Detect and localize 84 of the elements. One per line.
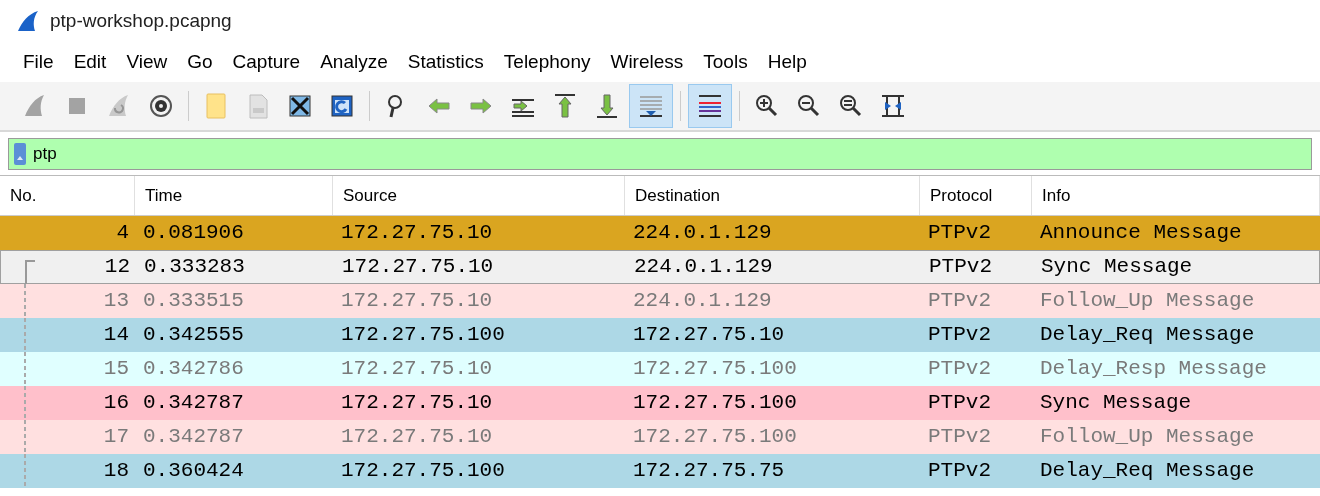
column-header[interactable]: Info xyxy=(1042,182,1071,209)
table-cell-text: 13 xyxy=(103,288,129,315)
table-cell-text: 4 xyxy=(116,220,129,247)
table-cell: Delay_Resp Message xyxy=(1040,357,1267,381)
table-cell: PTPv2 xyxy=(928,459,991,483)
table-cell-text: 16 xyxy=(103,390,129,417)
table-cell: Delay_Req Message xyxy=(1040,323,1255,347)
shark-fin-icon xyxy=(16,10,40,32)
table-cell: 172.27.75.100 xyxy=(633,425,797,449)
menu-item[interactable]: Help xyxy=(757,46,817,78)
table-cell: Follow_Up Message xyxy=(1040,289,1255,313)
packet-row[interactable]: 12 0.333283 172.27.75.10 224.0.1.129 PTPv2 Sync Message xyxy=(0,250,1320,284)
table-cell: 0.342787 xyxy=(143,391,244,415)
colored-lines-icon xyxy=(696,92,724,120)
table-cell: PTPv2 xyxy=(928,357,991,381)
display-filter-field[interactable]: ptp xyxy=(8,138,1312,170)
column-header[interactable]: No. xyxy=(10,182,37,209)
menu-item[interactable]: Tools xyxy=(693,46,758,78)
table-cell: 172.27.75.10 xyxy=(633,323,785,347)
table-cell: 172.27.75.10 xyxy=(341,221,493,245)
table-cell: 224.0.1.129 xyxy=(634,255,773,279)
table-cell: PTPv2 xyxy=(928,391,991,415)
table-cell: 172.27.75.10 xyxy=(341,391,493,415)
menu-item[interactable]: Telephony xyxy=(493,46,601,78)
table-cell: 224.0.1.129 xyxy=(633,289,772,313)
table-cell-text: 12 xyxy=(104,254,130,281)
colored-lines-button[interactable] xyxy=(688,84,732,128)
table-cell: Sync Message xyxy=(1041,255,1193,279)
column-header[interactable]: Protocol xyxy=(930,182,993,209)
packet-row[interactable]: 13 0.333515 172.27.75.10 224.0.1.129 PTPv2 Follow_Up Message xyxy=(0,284,1320,318)
table-cell: Sync Message xyxy=(1040,391,1192,415)
table-cell: Announce Message xyxy=(1040,221,1242,245)
table-cell: 0.333283 xyxy=(144,255,245,279)
table-cell: Delay_Req Message xyxy=(1040,459,1255,483)
table-cell: Follow_Up Message xyxy=(1040,425,1255,449)
table-cell: 172.27.75.10 xyxy=(341,425,493,449)
table-cell: 0.360424 xyxy=(143,459,244,483)
packet-row[interactable]: 15 0.342786 172.27.75.10 172.27.75.100 PTPv2 Delay_Resp Message xyxy=(0,352,1320,386)
table-cell: PTPv2 xyxy=(928,323,991,347)
menu-item[interactable]: File xyxy=(13,46,64,78)
menu-item[interactable]: Wireless xyxy=(600,46,694,78)
table-cell: PTPv2 xyxy=(928,289,991,313)
menu-item[interactable]: Statistics xyxy=(397,46,494,78)
table-cell: 172.27.75.100 xyxy=(633,357,797,381)
table-cell: 172.27.75.75 xyxy=(633,459,785,483)
table-cell: PTPv2 xyxy=(929,255,992,279)
bookmark-icon[interactable] xyxy=(13,142,27,166)
close-file-icon xyxy=(286,92,314,120)
reload-file-icon xyxy=(328,92,356,120)
packet-row[interactable]: 14 0.342555 172.27.75.100 172.27.75.10 PTPv2 Delay_Req Message xyxy=(0,318,1320,352)
table-cell-text: 14 xyxy=(103,322,129,349)
resize-columns-icon xyxy=(879,92,907,120)
table-cell-text: 15 xyxy=(103,356,129,383)
menu-item[interactable]: Edit xyxy=(63,46,117,78)
menu-item[interactable]: View xyxy=(116,46,178,78)
column-header[interactable]: Source xyxy=(343,182,397,209)
table-cell-text: 17 xyxy=(103,424,129,451)
autoscroll-button[interactable] xyxy=(629,84,673,128)
packet-row[interactable]: 18 0.360424 172.27.75.100 172.27.75.75 PTPv2 Delay_Req Message xyxy=(0,454,1320,488)
column-header[interactable]: Time xyxy=(145,182,183,209)
window-title: ptp-workshop.pcapng xyxy=(50,8,232,33)
table-cell: 172.27.75.10 xyxy=(341,357,493,381)
table-cell: 0.081906 xyxy=(143,221,244,245)
table-cell: 172.27.75.100 xyxy=(341,459,505,483)
table-cell: 0.333515 xyxy=(143,289,244,313)
table-cell: 0.342787 xyxy=(143,425,244,449)
table-cell: PTPv2 xyxy=(928,221,991,245)
menu-item[interactable]: Go xyxy=(177,46,223,78)
packet-row[interactable]: 16 0.342787 172.27.75.10 172.27.75.100 PTPv2 Sync Message xyxy=(0,386,1320,420)
packet-row[interactable]: 17 0.342787 172.27.75.10 172.27.75.100 PTPv2 Follow_Up Message xyxy=(0,420,1320,454)
table-cell: PTPv2 xyxy=(928,425,991,449)
gear-icon xyxy=(147,92,175,120)
menu-item[interactable]: Capture xyxy=(222,46,311,78)
table-cell: 0.342786 xyxy=(143,357,244,381)
table-cell: 172.27.75.10 xyxy=(342,255,494,279)
packet-row[interactable]: 4 0.081906 172.27.75.10 224.0.1.129 PTPv2 Announce Message xyxy=(0,216,1320,250)
table-cell: 172.27.75.100 xyxy=(633,391,797,415)
table-cell: 224.0.1.129 xyxy=(633,221,772,245)
table-cell: 0.342555 xyxy=(143,323,244,347)
table-cell: 172.27.75.10 xyxy=(341,289,493,313)
table-cell-text: 18 xyxy=(103,458,129,485)
table-cell: 172.27.75.100 xyxy=(341,323,505,347)
menu-item[interactable]: Analyze xyxy=(310,46,398,78)
column-header[interactable]: Destination xyxy=(635,182,721,209)
